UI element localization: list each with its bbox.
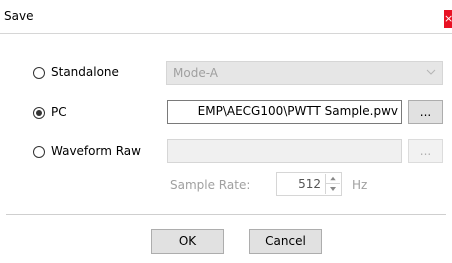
sample-rate-label: Sample Rate: <box>170 178 251 192</box>
spin-up-arrow-icon <box>326 176 340 184</box>
sample-rate-unit: Hz <box>352 178 368 192</box>
waveform-raw-browse-button: ... <box>408 139 443 163</box>
pc-file-path-value: EMP\AECG100\PWTT Sample.pwv <box>197 104 398 118</box>
close-button[interactable]: × <box>444 10 452 28</box>
mode-select-value: Mode-A <box>173 66 218 80</box>
sample-rate-spin-buttons <box>325 174 340 194</box>
pc-radio[interactable] <box>33 107 45 119</box>
sample-rate-spinner: 512 <box>276 172 342 196</box>
ok-button[interactable]: OK <box>151 229 224 254</box>
standalone-radio[interactable] <box>33 67 45 79</box>
spin-down-arrow-icon <box>330 187 336 191</box>
pc-browse-button[interactable]: ... <box>408 100 443 124</box>
cancel-button[interactable]: Cancel <box>249 229 322 254</box>
mode-select: Mode-A <box>166 61 443 85</box>
standalone-label[interactable]: Standalone <box>51 65 119 79</box>
pc-file-path-input[interactable]: EMP\AECG100\PWTT Sample.pwv <box>167 100 402 124</box>
chevron-down-icon <box>426 69 436 75</box>
dialog-title: Save <box>4 9 34 23</box>
divider <box>6 214 446 215</box>
save-dialog: Save × Standalone Mode-A PC EMP\AECG100\… <box>0 0 452 263</box>
close-icon: × <box>444 12 452 25</box>
waveform-raw-label[interactable]: Waveform Raw <box>51 144 141 158</box>
waveform-raw-radio[interactable] <box>33 146 45 158</box>
waveform-raw-path-input <box>167 139 402 163</box>
title-bar[interactable]: Save × <box>0 0 452 34</box>
sample-rate-value: 512 <box>298 177 321 191</box>
pc-label[interactable]: PC <box>51 105 67 119</box>
